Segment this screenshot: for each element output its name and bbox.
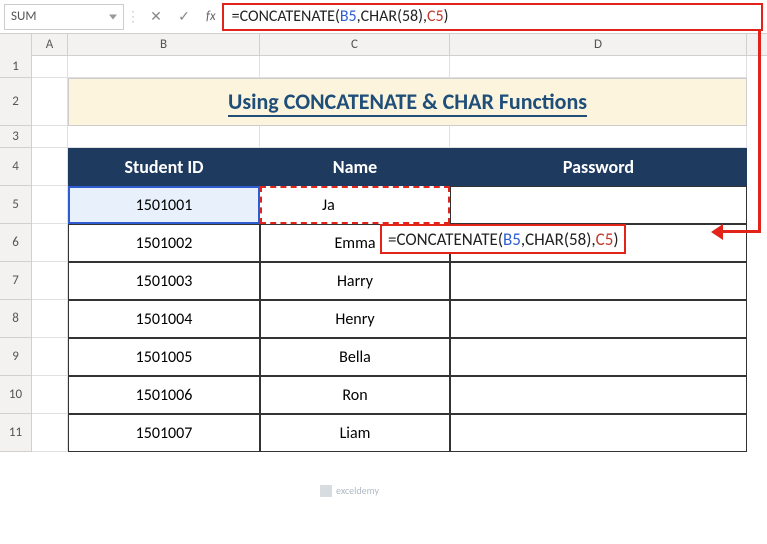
cell[interactable]: 1501005 bbox=[68, 338, 260, 376]
name-box[interactable]: SUM bbox=[4, 4, 124, 30]
formula-input[interactable]: =CONCATENATE(B5,CHAR(58),C5) bbox=[222, 3, 763, 31]
cell-c5[interactable]: Ja bbox=[260, 186, 450, 224]
col-header-b[interactable]: B bbox=[68, 34, 260, 55]
confirm-formula-button[interactable]: ✓ bbox=[170, 4, 198, 30]
table-title: Using CONCATENATE & CHAR Functions bbox=[228, 88, 587, 117]
th-name[interactable]: Name bbox=[260, 148, 450, 186]
row-header[interactable]: 3 bbox=[0, 126, 32, 148]
cell[interactable] bbox=[32, 300, 68, 338]
cell[interactable] bbox=[32, 224, 68, 262]
formula-text: = bbox=[232, 7, 240, 26]
cell-value: Ja bbox=[322, 196, 335, 215]
cell[interactable]: 1501004 bbox=[68, 300, 260, 338]
formula-ref-c5: C5 bbox=[596, 229, 614, 250]
cell[interactable] bbox=[32, 338, 68, 376]
row-header[interactable]: 8 bbox=[0, 300, 32, 338]
cell[interactable] bbox=[32, 126, 68, 148]
formula-ref-c5: C5 bbox=[427, 7, 444, 26]
cell[interactable] bbox=[32, 78, 68, 126]
cell[interactable] bbox=[260, 56, 450, 78]
cell[interactable]: Bella bbox=[260, 338, 450, 376]
row-header[interactable]: 6 bbox=[0, 224, 32, 262]
cell[interactable]: 1501006 bbox=[68, 376, 260, 414]
watermark-text: exceldemy bbox=[336, 484, 379, 497]
cell[interactable] bbox=[260, 126, 450, 148]
cell[interactable] bbox=[450, 414, 747, 452]
cell-d5[interactable] bbox=[450, 186, 747, 224]
formula-text: ) bbox=[444, 7, 449, 26]
formula-text: ) bbox=[613, 229, 618, 250]
select-all-corner[interactable] bbox=[0, 34, 32, 56]
cell[interactable] bbox=[32, 414, 68, 452]
divider: ⋮ bbox=[124, 8, 142, 25]
formula-text: CONCATENATE( bbox=[396, 229, 503, 250]
col-header-c[interactable]: C bbox=[260, 34, 450, 55]
col-header-a[interactable]: A bbox=[32, 34, 68, 55]
arrow-line bbox=[721, 230, 761, 233]
row-header[interactable]: 7 bbox=[0, 262, 32, 300]
formula-bar: SUM ⋮ ✕ ✓ fx =CONCATENATE(B5,CHAR(58),C5… bbox=[0, 0, 767, 34]
cell[interactable] bbox=[32, 376, 68, 414]
cell[interactable] bbox=[68, 56, 260, 78]
row-header[interactable]: 11 bbox=[0, 414, 32, 452]
row-header[interactable]: 1 bbox=[0, 56, 32, 78]
cell[interactable] bbox=[32, 56, 68, 78]
arrow-line bbox=[758, 30, 761, 230]
cancel-formula-button[interactable]: ✕ bbox=[142, 4, 170, 30]
cell[interactable] bbox=[68, 126, 260, 148]
cell[interactable] bbox=[450, 126, 747, 148]
cell[interactable]: Ron bbox=[260, 376, 450, 414]
formula-overlay: =CONCATENATE(B5,CHAR(58),C5) bbox=[380, 224, 626, 254]
cell[interactable] bbox=[450, 376, 747, 414]
row-header[interactable]: 9 bbox=[0, 338, 32, 376]
formula-text: = bbox=[388, 229, 396, 250]
title-cell[interactable]: Using CONCATENATE & CHAR Functions bbox=[68, 78, 747, 126]
formula-ref-b5: B5 bbox=[503, 229, 521, 250]
cell[interactable] bbox=[32, 186, 68, 224]
formula-text: CONCATENATE( bbox=[240, 7, 340, 26]
cell[interactable]: 1501003 bbox=[68, 262, 260, 300]
cell[interactable] bbox=[450, 262, 747, 300]
cell[interactable] bbox=[450, 300, 747, 338]
formula-text: ,CHAR(58), bbox=[357, 7, 427, 26]
fx-label[interactable]: fx bbox=[206, 9, 216, 24]
watermark-icon bbox=[320, 485, 332, 497]
th-password[interactable]: Password bbox=[450, 148, 747, 186]
cell[interactable]: Liam bbox=[260, 414, 450, 452]
grid: 1 2 Using CONCATENATE & CHAR Functions 3… bbox=[0, 56, 767, 452]
row-header[interactable]: 2 bbox=[0, 78, 32, 126]
cell[interactable] bbox=[450, 338, 747, 376]
watermark: exceldemy bbox=[320, 484, 379, 497]
cell[interactable]: 1501002 bbox=[68, 224, 260, 262]
cell[interactable]: Henry bbox=[260, 300, 450, 338]
cell[interactable]: Harry bbox=[260, 262, 450, 300]
arrow-head-icon bbox=[711, 224, 723, 240]
column-headers: A B C D bbox=[0, 34, 767, 56]
cell-b5[interactable]: 1501001 bbox=[68, 186, 260, 224]
cell[interactable] bbox=[450, 56, 747, 78]
formula-text: ,CHAR(58), bbox=[521, 229, 596, 250]
cell[interactable]: 1501007 bbox=[68, 414, 260, 452]
row-header[interactable]: 10 bbox=[0, 376, 32, 414]
formula-ref-b5: B5 bbox=[340, 7, 357, 26]
th-student-id[interactable]: Student ID bbox=[68, 148, 260, 186]
cell[interactable] bbox=[32, 262, 68, 300]
col-header-d[interactable]: D bbox=[450, 34, 747, 55]
row-header[interactable]: 4 bbox=[0, 148, 32, 186]
row-header[interactable]: 5 bbox=[0, 186, 32, 224]
cell[interactable] bbox=[32, 148, 68, 186]
